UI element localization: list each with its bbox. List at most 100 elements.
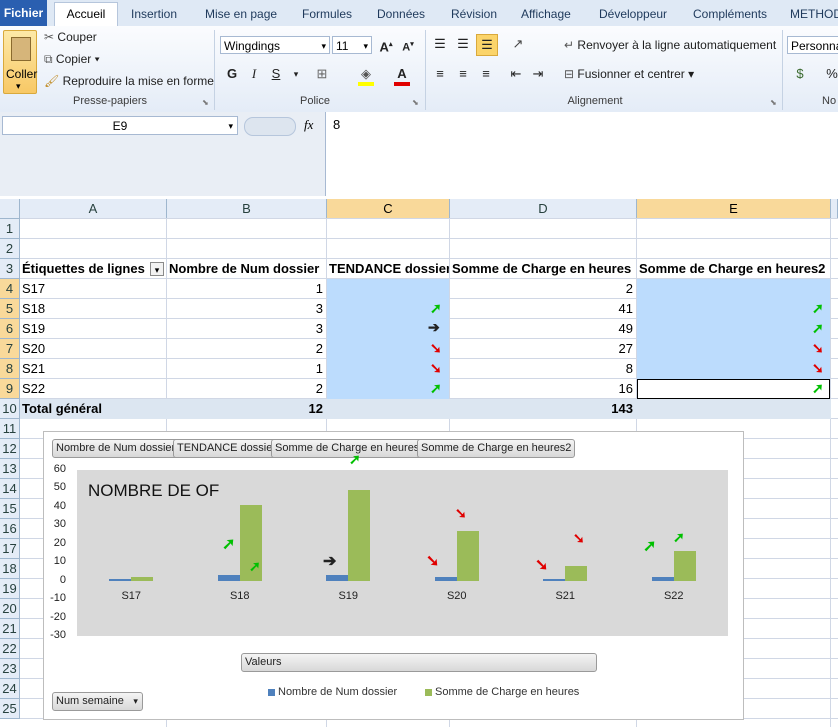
tab-data[interactable]: Données [377, 5, 425, 25]
font-size-combo[interactable]: 11 ▾ [332, 36, 372, 54]
field-button-num-dossier[interactable]: Nombre de Num dossier [52, 439, 180, 458]
row-header-6[interactable]: 6 [0, 319, 20, 339]
increase-indent-icon[interactable]: ⇥ [528, 64, 548, 84]
count-cell[interactable]: 1 [167, 279, 327, 299]
header-row-labels[interactable]: Étiquettes de lignes [22, 259, 148, 279]
align-bottom-icon[interactable]: ☰ [476, 34, 498, 56]
field-button-charge[interactable]: Somme de Charge en heures [271, 439, 424, 458]
align-middle-icon[interactable]: ☰ [453, 34, 473, 54]
column-header-e[interactable]: E [637, 199, 831, 219]
count-cell[interactable]: 2 [167, 339, 327, 359]
tab-insert[interactable]: Insertion [131, 5, 177, 25]
row-header-25[interactable]: 25 [0, 699, 20, 719]
row-header-10[interactable]: 10 [0, 399, 20, 419]
orientation-icon[interactable]: ↗ [508, 34, 528, 54]
bar-charge[interactable] [673, 551, 696, 581]
merge-center-button[interactable]: ⊟ Fusionner et centrer ▾ [564, 67, 694, 81]
charge-cell[interactable]: 16 [450, 379, 637, 399]
charge-cell[interactable]: 41 [450, 299, 637, 319]
format-painter-button[interactable]: 🖌 Reproduire la mise en forme [44, 74, 214, 88]
bar-charge[interactable] [131, 576, 154, 581]
header-tendance[interactable]: TENDANCE dossier [329, 259, 449, 279]
count-cell[interactable]: 2 [167, 379, 327, 399]
select-all-corner[interactable] [0, 199, 20, 219]
row-label[interactable]: S21 [22, 359, 162, 379]
bar-charge[interactable] [456, 530, 479, 581]
cut-button[interactable]: ✂ Couper [44, 30, 97, 44]
column-header-a[interactable]: A [20, 199, 167, 219]
row-label[interactable]: S17 [22, 279, 162, 299]
tab-addins[interactable]: Compléments [693, 5, 767, 25]
bar-charge[interactable] [565, 565, 588, 581]
charge-cell[interactable]: 2 [450, 279, 637, 299]
row-header-1[interactable]: 1 [0, 219, 20, 239]
charge-cell[interactable]: 27 [450, 339, 637, 359]
align-right-icon[interactable]: ≡ [476, 64, 496, 84]
row-header-7[interactable]: 7 [0, 339, 20, 359]
row-header-16[interactable]: 16 [0, 519, 20, 539]
charge-cell[interactable]: 8 [450, 359, 637, 379]
bar-count[interactable] [326, 575, 349, 581]
count-cell[interactable]: 3 [167, 299, 327, 319]
tab-home[interactable]: Accueil [54, 2, 118, 28]
row-header-13[interactable]: 13 [0, 459, 20, 479]
bar-count[interactable] [434, 576, 457, 581]
row-header-12[interactable]: 12 [0, 439, 20, 459]
bar-count[interactable] [217, 575, 240, 581]
align-top-icon[interactable]: ☰ [430, 34, 450, 54]
field-button-tendance[interactable]: TENDANCE dossier [173, 439, 281, 458]
row-header-17[interactable]: 17 [0, 539, 20, 559]
tab-view[interactable]: Affichage [521, 5, 571, 25]
dialog-launcher-icon[interactable]: ⬊ [202, 98, 209, 107]
currency-icon[interactable]: $ [790, 64, 810, 84]
font-name-combo[interactable]: Wingdings ▾ [220, 36, 330, 54]
tab-review[interactable]: Révision [451, 5, 497, 25]
filter-dropdown-icon[interactable]: ▾ [150, 262, 164, 276]
row-header-3[interactable]: 3 [0, 259, 20, 279]
row-label[interactable]: S20 [22, 339, 162, 359]
tab-file[interactable]: Fichier [0, 0, 47, 26]
formula-bar-splitter[interactable] [244, 117, 296, 136]
values-field-button[interactable]: Valeurs [241, 653, 597, 672]
fill-color-icon[interactable]: ◈ [356, 64, 376, 84]
total-charge[interactable]: 143 [450, 399, 637, 419]
tab-page-layout[interactable]: Mise en page [205, 5, 277, 25]
count-cell[interactable]: 3 [167, 319, 327, 339]
underline-icon[interactable]: S [266, 64, 286, 84]
font-color-icon[interactable]: A [392, 64, 412, 84]
tab-formulas[interactable]: Formules [302, 5, 352, 25]
column-header-d[interactable]: D [450, 199, 637, 219]
formula-input[interactable]: 8 [325, 112, 838, 196]
row-header-21[interactable]: 21 [0, 619, 20, 639]
copy-button[interactable]: ⧉ Copier ▾ [44, 52, 100, 67]
shrink-font-icon[interactable]: A▾ [398, 35, 418, 55]
row-header-22[interactable]: 22 [0, 639, 20, 659]
insert-function-icon[interactable]: fx [304, 117, 313, 133]
row-header-9[interactable]: 9 [0, 379, 20, 399]
borders-icon[interactable]: ⊞ [312, 64, 332, 84]
name-box[interactable]: E9 ▾ [2, 116, 238, 135]
row-label[interactable]: S22 [22, 379, 162, 399]
row-header-11[interactable]: 11 [0, 419, 20, 439]
row-header-23[interactable]: 23 [0, 659, 20, 679]
header-charge[interactable]: Somme de Charge en heures [452, 259, 636, 279]
row-header-14[interactable]: 14 [0, 479, 20, 499]
bar-count[interactable] [109, 578, 132, 581]
row-header-15[interactable]: 15 [0, 499, 20, 519]
number-format-combo[interactable]: Personna [787, 36, 838, 54]
column-header-f[interactable] [831, 199, 838, 219]
chevron-down-icon[interactable]: ▾ [286, 64, 306, 84]
row-header-4[interactable]: 4 [0, 279, 20, 299]
bar-count[interactable] [651, 576, 674, 581]
charge-cell[interactable]: 49 [450, 319, 637, 339]
dialog-launcher-icon[interactable]: ⬊ [770, 98, 777, 107]
row-header-8[interactable]: 8 [0, 359, 20, 379]
row-header-24[interactable]: 24 [0, 679, 20, 699]
paste-button[interactable]: Coller ▾ [3, 30, 37, 94]
align-center-icon[interactable]: ≡ [453, 64, 473, 84]
total-count[interactable]: 12 [167, 399, 327, 419]
row-header-20[interactable]: 20 [0, 599, 20, 619]
decrease-indent-icon[interactable]: ⇤ [506, 64, 526, 84]
column-header-c[interactable]: C [327, 199, 450, 219]
italic-icon[interactable]: I [244, 64, 264, 84]
